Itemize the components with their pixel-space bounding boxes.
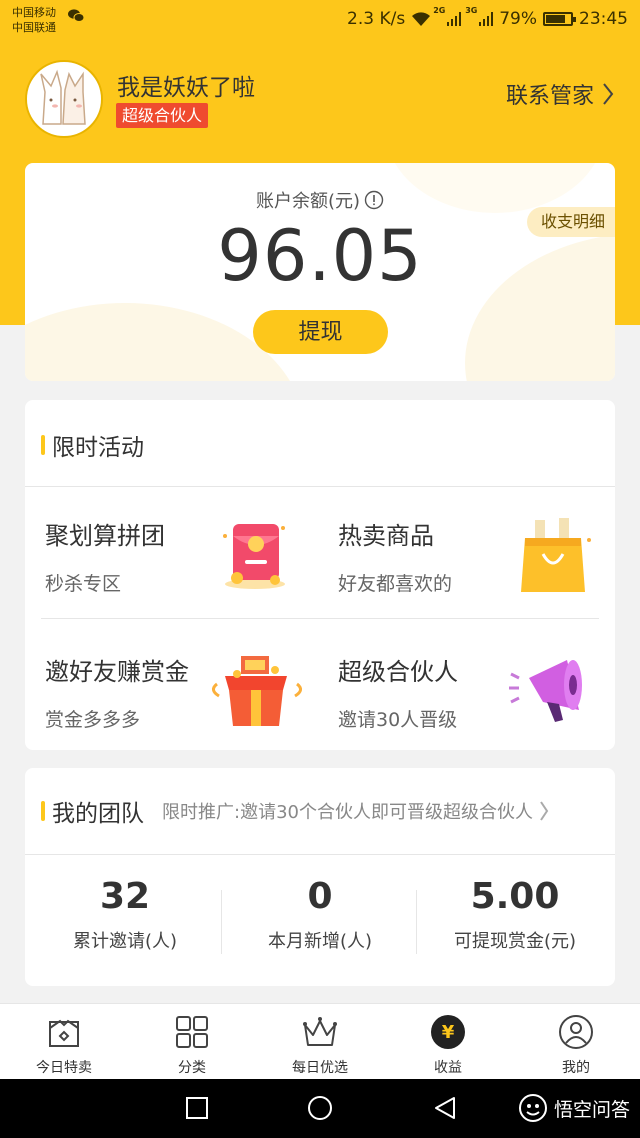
crown-icon: [303, 1017, 337, 1046]
network-speed: 2.3 K/s: [347, 9, 406, 29]
carrier-info: 中国移动 中国联通: [12, 5, 56, 35]
category-grid-icon: [176, 1016, 208, 1048]
activity-subtitle: 秒杀专区: [45, 573, 122, 595]
tab-label: 我的: [562, 1060, 590, 1076]
battery-fill: [546, 15, 565, 23]
tab-label: 每日优选: [292, 1060, 348, 1076]
activity-subtitle: 好友都喜欢的: [338, 573, 453, 595]
partner-badge: 超级合伙人: [116, 103, 209, 128]
tab-category[interactable]: 分类: [128, 1004, 256, 1080]
carrier-2: 中国联通: [12, 21, 56, 34]
team-title-text: 我的团队: [52, 801, 144, 827]
signal-icon: 2G: [433, 6, 462, 26]
contact-butler-button[interactable]: 联系管家: [506, 78, 614, 110]
carrier-1: 中国移动: [12, 6, 56, 19]
stat-value: 0: [307, 876, 333, 917]
activity-super-partner[interactable]: 超级合伙人 邀请30人晋级: [338, 652, 458, 732]
activities-title-text: 限时活动: [52, 435, 144, 461]
system-nav-bar: 悟空问答: [0, 1079, 640, 1138]
yen-glyph: ¥: [442, 1022, 455, 1043]
section-bar: [41, 801, 45, 821]
team-card: 我的团队 限时推广:邀请30个合伙人即可晋级超级合伙人 32 累计邀请(人) 0…: [25, 768, 615, 986]
watermark: 悟空问答: [518, 1093, 630, 1123]
back-icon[interactable]: [430, 1093, 460, 1123]
activity-subtitle: 邀请30人晋级: [338, 709, 458, 731]
activity-title: 聚划算拼团: [45, 522, 165, 550]
stat-label: 本月新增(人): [267, 931, 373, 952]
divider: [25, 854, 615, 855]
signal-2-tag: 3G: [465, 6, 478, 15]
stat-value: 5.00: [470, 876, 560, 917]
divider: [25, 486, 615, 487]
balance-label-row: 账户余额(元): [25, 187, 615, 213]
today-sale-icon: [49, 1019, 79, 1047]
tab-mine[interactable]: 我的: [512, 1004, 640, 1080]
divider: [41, 618, 599, 619]
chevron-right-icon: [540, 801, 549, 821]
stat-new-this-month[interactable]: 0 本月新增(人): [222, 876, 418, 953]
bottom-tab-bar: 今日特卖 分类 每日优选 ¥ 收益 我的: [0, 1003, 640, 1079]
contact-label: 联系管家: [505, 84, 594, 109]
chevron-right-icon: [603, 83, 614, 105]
info-icon[interactable]: [364, 190, 384, 210]
activities-card: 限时活动 聚划算拼团 秒杀专区 热卖商品 好友都喜欢的 邀好友赚赏金 赏金多多多: [25, 400, 615, 750]
wifi-icon: [412, 12, 431, 26]
battery-icon: [543, 12, 576, 26]
team-promo-link[interactable]: 限时推广:邀请30个合伙人即可晋级超级合伙人: [162, 798, 549, 824]
activity-title: 热卖商品: [338, 522, 434, 550]
activity-title: 邀好友赚赏金: [45, 658, 189, 686]
tab-today-sale[interactable]: 今日特卖: [0, 1004, 128, 1080]
activity-hot-products[interactable]: 热卖商品 好友都喜欢的: [338, 516, 452, 596]
recent-apps-icon[interactable]: [182, 1093, 212, 1123]
activity-title: 超级合伙人: [338, 658, 458, 686]
stat-total-invited[interactable]: 32 累计邀请(人): [27, 876, 223, 953]
team-title: 我的团队: [41, 794, 144, 828]
withdraw-button[interactable]: 提现: [253, 310, 388, 354]
stat-value: 32: [99, 876, 151, 917]
username: 我是妖妖了啦: [117, 75, 255, 101]
activity-invite-bounty[interactable]: 邀好友赚赏金 赏金多多多: [45, 652, 189, 732]
home-icon[interactable]: [305, 1093, 335, 1123]
watermark-text: 悟空问答: [553, 1098, 630, 1121]
signal-1-tag: 2G: [433, 6, 446, 15]
avatar[interactable]: [25, 60, 103, 138]
team-promo-text: 限时推广:邀请30个合伙人即可晋级超级合伙人: [162, 802, 533, 823]
ledger-button[interactable]: 收支明细: [526, 207, 615, 237]
tab-daily-picks[interactable]: 每日优选: [256, 1004, 384, 1080]
shopping-bag-icon: [521, 518, 591, 592]
avatar-drawing-icon: [40, 69, 86, 125]
tab-label: 今日特卖: [36, 1060, 92, 1076]
wukong-logo-icon: [518, 1094, 547, 1122]
stat-withdrawable-bounty[interactable]: 5.00 可提现赏金(元): [417, 876, 613, 953]
clock: 23:45: [579, 9, 628, 29]
activity-subtitle: 赏金多多多: [45, 709, 141, 731]
red-envelope-icon: [223, 524, 285, 589]
section-bar: [41, 435, 45, 455]
megaphone-icon: [509, 660, 582, 722]
activity-group-buy[interactable]: 聚划算拼团 秒杀专区: [45, 516, 165, 596]
gift-box-icon: [212, 656, 302, 726]
balance-label: 账户余额(元): [255, 191, 361, 212]
tab-earnings[interactable]: ¥ 收益: [384, 1004, 512, 1080]
wechat-icon: [68, 9, 84, 22]
user-profile-icon: [559, 1015, 593, 1049]
yen-coin-icon: ¥: [431, 1015, 465, 1049]
tab-label: 收益: [434, 1060, 462, 1076]
battery-percent: 79%: [499, 9, 537, 29]
balance-amount: 96.05: [217, 215, 423, 297]
signal-icon: 3G: [465, 6, 494, 26]
balance-card: 账户余额(元) 96.05 收支明细 提现: [25, 163, 615, 381]
stat-label: 累计邀请(人): [72, 931, 178, 952]
status-bar: 中国移动 中国联通 2.3 K/s 2G 3G 79% 23:45: [0, 0, 640, 40]
activities-title: 限时活动: [41, 428, 144, 462]
tab-label: 分类: [178, 1060, 206, 1076]
stat-label: 可提现赏金(元): [453, 931, 577, 952]
